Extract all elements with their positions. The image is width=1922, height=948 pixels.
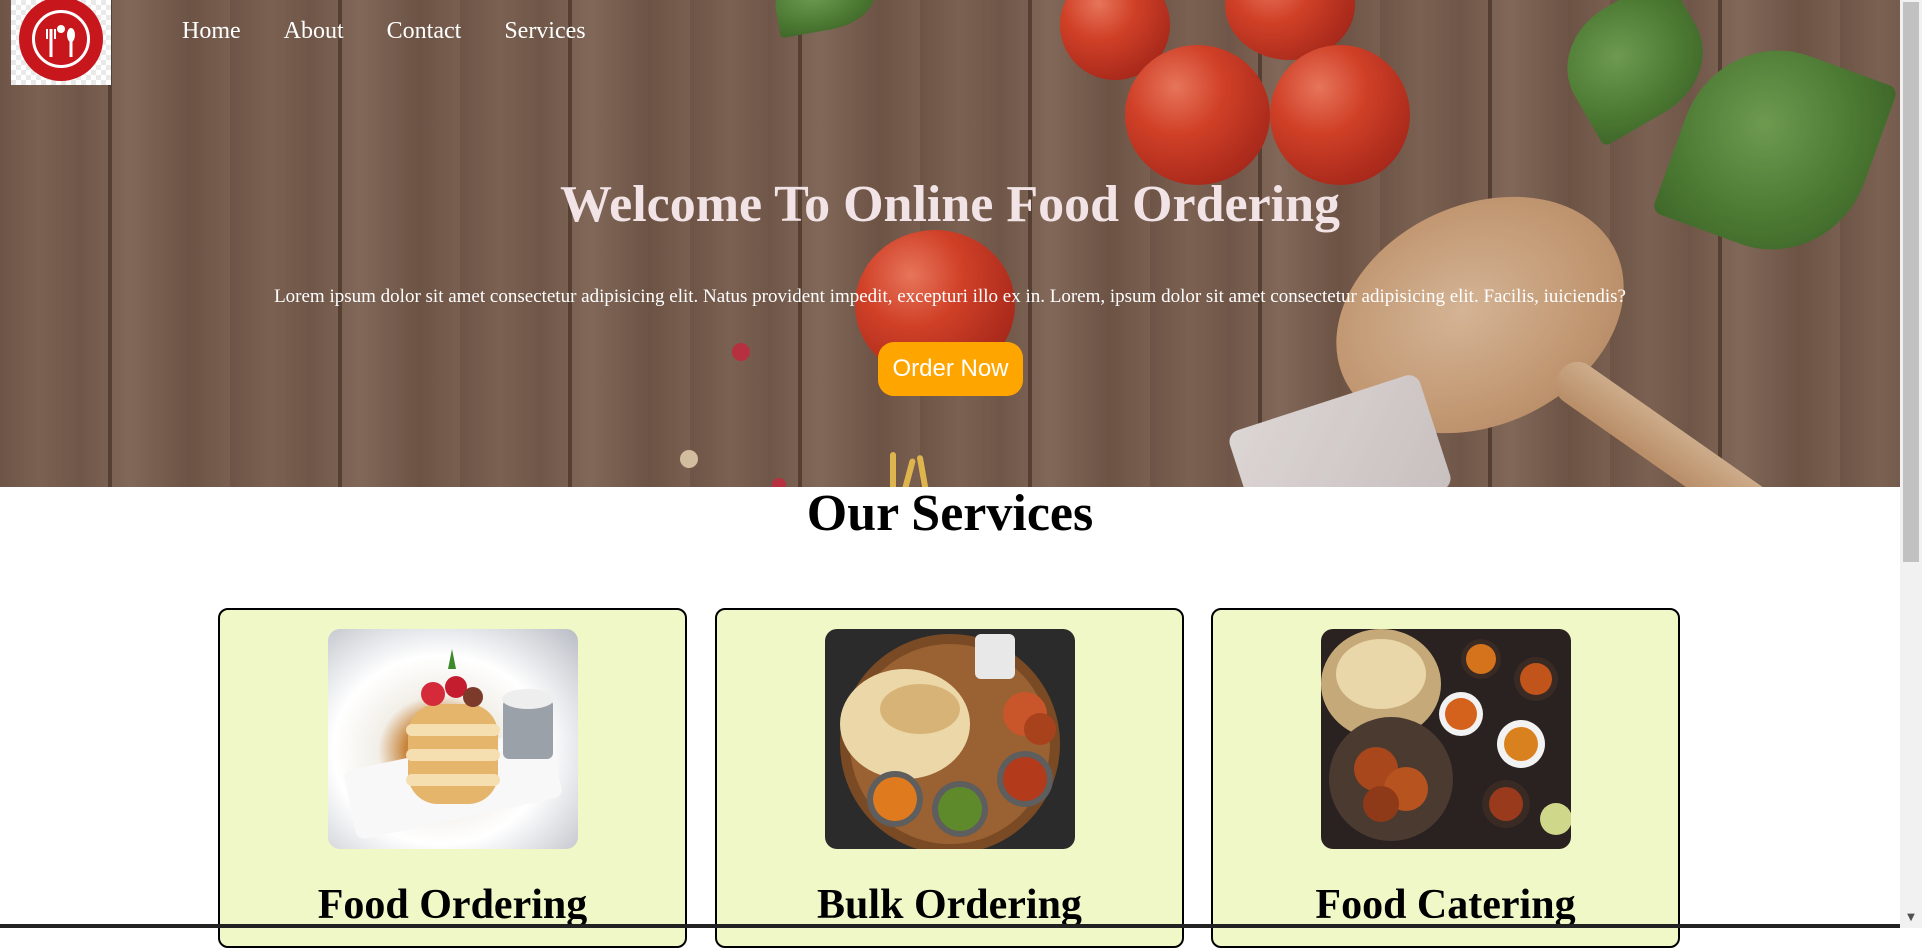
plate-cutlery-icon [32, 9, 90, 68]
service-card-food-ordering[interactable]: Food Ordering [218, 608, 687, 948]
nav-home[interactable]: Home [182, 18, 241, 45]
services-title: Our Services [806, 485, 1094, 542]
hero-banner: Home About Contact Services Welcome To O… [0, 0, 1900, 487]
service-card-title: Food Catering [1315, 882, 1576, 928]
indian-thali-image [825, 629, 1075, 849]
viewport-bottom-edge [0, 924, 1900, 928]
pancake-dessert-image [328, 629, 578, 849]
logo[interactable] [11, 0, 111, 85]
scrollbar-thumb[interactable] [1903, 2, 1919, 562]
scroll-down-arrow-icon[interactable]: ▼ [1900, 909, 1922, 926]
service-card-food-catering[interactable]: Food Catering [1211, 608, 1680, 948]
service-card-title: Food Ordering [317, 882, 588, 928]
service-card-title: Bulk Ordering [817, 882, 1082, 928]
service-card-bulk-ordering[interactable]: Bulk Ordering [715, 608, 1184, 948]
catering-spread-image [1321, 629, 1571, 849]
vertical-scrollbar[interactable]: ▼ [1900, 0, 1922, 928]
main-navigation: Home About Contact Services [182, 18, 629, 45]
hero-content: Home About Contact Services Welcome To O… [0, 0, 1900, 487]
nav-services[interactable]: Services [504, 18, 585, 45]
nav-contact[interactable]: Contact [387, 18, 462, 45]
hero-title: Welcome To Online Food Ordering [559, 176, 1341, 233]
hero-description: Lorem ipsum dolor sit amet consectetur a… [274, 286, 1626, 307]
nav-about[interactable]: About [284, 18, 344, 45]
logo-badge [19, 0, 103, 81]
order-now-button[interactable]: Order Now [878, 342, 1023, 396]
